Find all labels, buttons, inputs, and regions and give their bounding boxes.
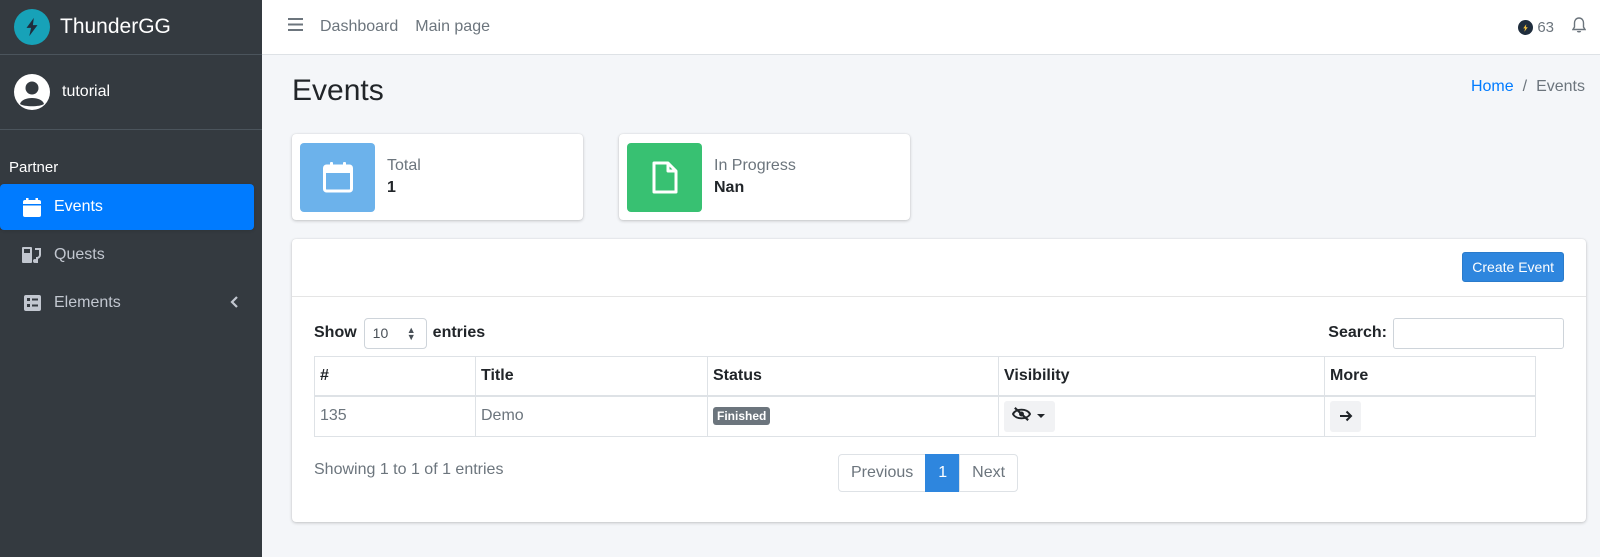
show-entries: Show 10 ▲ ▼ entries bbox=[314, 317, 485, 349]
breadcrumb-separator: / bbox=[1522, 78, 1528, 95]
eye-slash-icon bbox=[1011, 406, 1032, 426]
view-details-button[interactable] bbox=[1330, 400, 1361, 432]
lightning-icon bbox=[1518, 20, 1534, 35]
events-table: # Title Status Visibility More 135 Demo … bbox=[314, 356, 1536, 437]
calendar-icon bbox=[300, 142, 375, 212]
card-header: Create Event bbox=[292, 239, 1586, 297]
caret-down-icon bbox=[1037, 414, 1045, 419]
table-info: Showing 1 to 1 of 1 entries bbox=[314, 461, 504, 478]
navbar-right: 63 bbox=[1518, 0, 1587, 55]
credits-indicator[interactable]: 63 bbox=[1518, 19, 1554, 36]
cell-title: Demo bbox=[475, 395, 708, 437]
column-header-more[interactable]: More bbox=[1324, 356, 1536, 397]
entries-label: entries bbox=[432, 324, 486, 341]
stat-in-progress: In Progress Nan bbox=[619, 134, 910, 220]
status-badge: Finished bbox=[713, 407, 771, 426]
nav-link-main-page[interactable]: Main page bbox=[415, 18, 490, 36]
datatable-controls: Show 10 ▲ ▼ entries Search: bbox=[314, 317, 1564, 349]
bell-icon[interactable] bbox=[1571, 17, 1587, 38]
stat-total: Total 1 bbox=[292, 134, 583, 220]
visibility-dropdown-button[interactable] bbox=[1004, 400, 1055, 432]
cell-visibility bbox=[998, 395, 1325, 437]
search-input[interactable] bbox=[1393, 317, 1564, 349]
cell-more bbox=[1324, 395, 1536, 437]
pagination-next[interactable]: Next bbox=[959, 454, 1019, 492]
arrow-right-icon bbox=[1339, 411, 1352, 422]
sidebar-item-quests[interactable]: Quests bbox=[0, 232, 254, 278]
sort-updown-icon: ▲ ▼ bbox=[406, 324, 416, 342]
sidebar-item-label: Elements bbox=[54, 294, 121, 311]
pagination-previous[interactable]: Previous bbox=[838, 454, 927, 492]
quests-icon bbox=[22, 245, 42, 265]
brand-name: ThunderGG bbox=[60, 15, 171, 38]
user-name: tutorial bbox=[62, 83, 111, 100]
stat-value: 1 bbox=[387, 179, 396, 196]
file-icon bbox=[627, 142, 702, 212]
entries-length-select[interactable]: 10 ▲ ▼ bbox=[363, 317, 427, 349]
search: Search: bbox=[1328, 317, 1564, 349]
nav-header: Partner bbox=[9, 159, 59, 176]
cell-status: Finished bbox=[707, 395, 999, 437]
entries-length-value: 10 bbox=[372, 325, 389, 341]
avatar bbox=[14, 74, 50, 110]
column-header-status[interactable]: Status bbox=[707, 356, 999, 397]
breadcrumb: Home / Events bbox=[1471, 78, 1585, 96]
breadcrumb-home[interactable]: Home bbox=[1471, 78, 1514, 96]
sidebar-item-label: Quests bbox=[54, 246, 105, 263]
create-event-button[interactable]: Create Event bbox=[1462, 252, 1564, 282]
stat-label: Total bbox=[387, 157, 421, 174]
chevron-left-icon bbox=[230, 295, 238, 313]
events-card: Create Event Show 10 ▲ ▼ entries Search: … bbox=[292, 239, 1586, 522]
page-title: Events bbox=[292, 74, 384, 107]
stat-value: Nan bbox=[714, 179, 745, 196]
sidebar-item-elements[interactable]: Elements bbox=[0, 280, 254, 326]
menu-toggle-icon[interactable] bbox=[288, 18, 303, 36]
cell-id: 135 bbox=[314, 395, 476, 437]
column-header-title[interactable]: Title bbox=[475, 356, 708, 397]
nav-link-dashboard[interactable]: Dashboard bbox=[320, 18, 398, 36]
sidebar: ThunderGG tutorial Partner Events Quests… bbox=[0, 0, 262, 557]
sidebar-item-label: Events bbox=[54, 198, 103, 215]
lightning-logo-icon bbox=[14, 9, 50, 45]
pagination-page-1[interactable]: 1 bbox=[925, 454, 961, 492]
user-panel[interactable]: tutorial bbox=[0, 55, 262, 130]
calendar-icon bbox=[22, 197, 42, 217]
credits-count: 63 bbox=[1537, 19, 1554, 36]
breadcrumb-current: Events bbox=[1536, 78, 1585, 95]
stat-label: In Progress bbox=[714, 157, 796, 174]
sidebar-item-events[interactable]: Events bbox=[0, 184, 254, 230]
list-icon bbox=[22, 293, 42, 313]
show-label: Show bbox=[314, 324, 357, 341]
table-header-row: # Title Status Visibility More bbox=[314, 356, 1536, 397]
brand[interactable]: ThunderGG bbox=[0, 0, 262, 55]
column-header-id[interactable]: # bbox=[314, 356, 476, 397]
column-header-visibility[interactable]: Visibility bbox=[998, 356, 1325, 397]
top-navbar: Dashboard Main page 63 bbox=[262, 0, 1600, 55]
search-label: Search: bbox=[1328, 324, 1387, 341]
table-row: 135 Demo Finished bbox=[314, 395, 1536, 437]
pagination: Previous 1 Next bbox=[838, 454, 1019, 492]
